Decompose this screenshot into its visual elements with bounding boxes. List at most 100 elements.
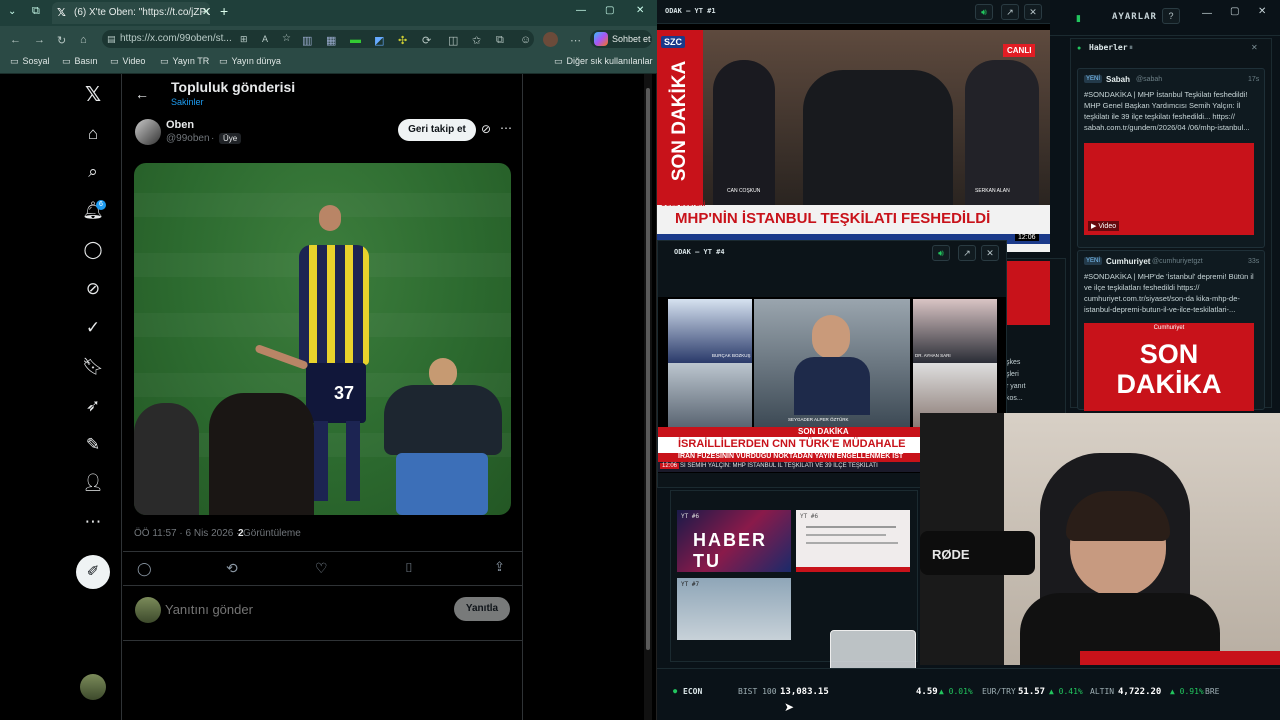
- player-head: [319, 205, 341, 231]
- yt1-audio-icon[interactable]: 🔊︎: [975, 4, 993, 20]
- bookmark-icon[interactable]: ⌷: [405, 560, 413, 576]
- yt4-close-icon[interactable]: ✕: [981, 245, 999, 261]
- pause-icon[interactable]: ⏸: [1129, 43, 1133, 53]
- post-timestamp[interactable]: ÖÖ 11:57 · 6 Nis 2026 ·: [134, 528, 239, 539]
- tab-list-icon[interactable]: ⌄: [8, 6, 16, 17]
- repost-icon[interactable]: ⟲: [226, 560, 238, 577]
- yt1-close-icon[interactable]: ✕: [1024, 4, 1042, 20]
- address-bar[interactable]: ▤ https://x.com/99oben/st... ⊞ A ☆: [102, 30, 534, 48]
- copilot-chat-button[interactable]: Sohbet et: [590, 30, 652, 48]
- reply-submit-button[interactable]: Yanıtla: [454, 597, 510, 621]
- extension-3-icon[interactable]: ▬: [350, 34, 361, 46]
- business-rocket-icon[interactable]: ➶: [82, 395, 104, 417]
- yt1-video[interactable]: SZC SON DAKİKA CANLI CAN COŞKUN SERKAN A…: [657, 30, 1050, 252]
- yt6-tile[interactable]: YT #6 HABER TU: [677, 510, 791, 572]
- site-info-icon[interactable]: ▤: [107, 30, 116, 48]
- refresh-icon[interactable]: ↻: [57, 34, 66, 47]
- extension-2-icon[interactable]: ▦: [326, 34, 336, 47]
- tile-label: YT #6: [681, 513, 700, 520]
- settings-label[interactable]: AYARLAR: [1112, 12, 1157, 22]
- bookmark-folder-yayin-tr[interactable]: Yayın TR: [160, 56, 210, 67]
- messages-icon[interactable]: ◯: [82, 239, 104, 261]
- explore-search-icon[interactable]: ⌕: [82, 161, 104, 183]
- altin-value: 4,722.20: [1118, 687, 1162, 697]
- home-icon[interactable]: ⌂: [82, 123, 104, 145]
- community-link[interactable]: Sakinler: [171, 97, 204, 107]
- tab-close-icon[interactable]: ✕: [202, 2, 210, 24]
- extension-6-icon[interactable]: ⟳: [422, 34, 431, 47]
- maximize-icon[interactable]: ▢: [1230, 6, 1239, 17]
- author-avatar[interactable]: [135, 119, 161, 145]
- like-heart-icon[interactable]: ♡: [315, 560, 328, 577]
- news-card-cumhuriyet[interactable]: YENİ Cumhuriyet @cumhuriyetgzt 33s #SOND…: [1077, 250, 1265, 411]
- man-jeans: [396, 453, 488, 515]
- home-icon[interactable]: ⌂: [80, 34, 87, 46]
- compose-post-button[interactable]: ✐: [76, 555, 110, 589]
- reply-input[interactable]: [165, 598, 435, 620]
- yt4-label: ODAK — YT #4: [674, 248, 725, 256]
- help-icon[interactable]: ?: [1162, 8, 1180, 24]
- collections-icon[interactable]: ⧉: [496, 34, 504, 47]
- post-more-icon[interactable]: ⋯: [500, 121, 512, 135]
- split-screen-icon[interactable]: ◫: [448, 34, 458, 47]
- bookmark-folder-yayin-dunya[interactable]: Yayın dünya: [219, 56, 281, 67]
- profile-avatar[interactable]: [543, 32, 558, 47]
- back-icon[interactable]: ←: [10, 34, 21, 46]
- profile-icon[interactable]: 👤︎: [82, 472, 104, 494]
- back-arrow-icon[interactable]: ←: [135, 86, 149, 102]
- bookmarks-icon[interactable]: 🔖︎: [82, 356, 104, 378]
- close-icon[interactable]: ✕: [1251, 43, 1258, 52]
- press-crowd: [803, 70, 953, 205]
- feedback-icon[interactable]: ☺: [520, 34, 531, 46]
- yt4-audio-icon[interactable]: 🔊︎: [932, 245, 950, 261]
- yt1-popout-icon[interactable]: ↗: [1001, 4, 1019, 20]
- scrollbar-thumb[interactable]: [646, 88, 650, 650]
- tab-active[interactable]: 𝕏 (6) X'te Oben: "https://t.co/jZPGur ✕: [52, 2, 210, 24]
- yt4-popout-icon[interactable]: ↗: [958, 245, 976, 261]
- grok-explain-icon[interactable]: ⊘: [481, 122, 491, 136]
- account-avatar[interactable]: [80, 674, 106, 700]
- split-view-icon[interactable]: ⊞: [240, 30, 248, 48]
- bookmarks-bar: Sosyal Basın Video Yayın TR Yayın dünya …: [0, 52, 657, 74]
- forward-icon[interactable]: →: [34, 34, 45, 46]
- reply-avatar: [135, 597, 161, 623]
- author-name[interactable]: Oben: [166, 119, 194, 131]
- author-handle[interactable]: @99oben: [166, 133, 210, 144]
- x-home-logo-icon[interactable]: 𝕏: [82, 84, 104, 106]
- extension-5-icon[interactable]: ✣: [398, 34, 407, 47]
- doc-line: [806, 542, 898, 544]
- news-card-sabah[interactable]: YENİ Sabah @sabah 17s #SONDAKİKA | MHP İ…: [1077, 68, 1265, 248]
- bookmark-folder-other[interactable]: Diğer sık kullanılanlar: [554, 56, 653, 67]
- new-tab-icon[interactable]: +: [220, 3, 228, 19]
- minimize-icon[interactable]: —: [576, 5, 586, 16]
- articles-icon[interactable]: ✎: [82, 434, 104, 456]
- favorites-icon[interactable]: ✩: [472, 34, 481, 47]
- news-video-thumb[interactable]: ▶ Video: [1084, 143, 1254, 235]
- close-icon[interactable]: ✕: [1258, 6, 1266, 17]
- yt5-tile[interactable]: YT #6: [796, 510, 910, 572]
- follow-back-button[interactable]: Geri takip et: [398, 119, 476, 141]
- extension-4-icon[interactable]: ◩: [374, 34, 384, 47]
- workspaces-icon[interactable]: ⧉: [32, 5, 40, 18]
- news-image[interactable]: Cumhuriyet SON DAKİKA: [1084, 323, 1254, 411]
- more-icon[interactable]: ⋯: [82, 511, 104, 533]
- more-menu-icon[interactable]: ⋯: [570, 34, 581, 47]
- grok-icon[interactable]: ⊘: [82, 278, 104, 300]
- bookmark-folder-video[interactable]: Video: [110, 56, 146, 67]
- doc-line: [806, 534, 886, 536]
- read-aloud-icon[interactable]: A: [262, 30, 268, 48]
- favorite-star-icon[interactable]: ☆: [282, 30, 291, 48]
- brent-label: BRE: [1205, 687, 1220, 696]
- post-image[interactable]: 37: [134, 163, 511, 515]
- extension-1-icon[interactable]: ▥: [302, 34, 312, 47]
- close-window-icon[interactable]: ✕: [636, 5, 644, 16]
- reply-icon[interactable]: ◯: [137, 561, 152, 577]
- maximize-icon[interactable]: ▢: [605, 5, 614, 16]
- yt7-tile[interactable]: YT #7: [677, 578, 791, 640]
- bookmark-folder-basin[interactable]: Basın: [62, 56, 98, 67]
- share-icon[interactable]: ⇪: [494, 559, 505, 575]
- notification-count-badge: 6: [96, 200, 106, 210]
- minimize-icon[interactable]: —: [1202, 8, 1212, 19]
- bookmark-folder-sosyal[interactable]: Sosyal: [10, 56, 50, 67]
- verified-icon[interactable]: ✓: [82, 317, 104, 339]
